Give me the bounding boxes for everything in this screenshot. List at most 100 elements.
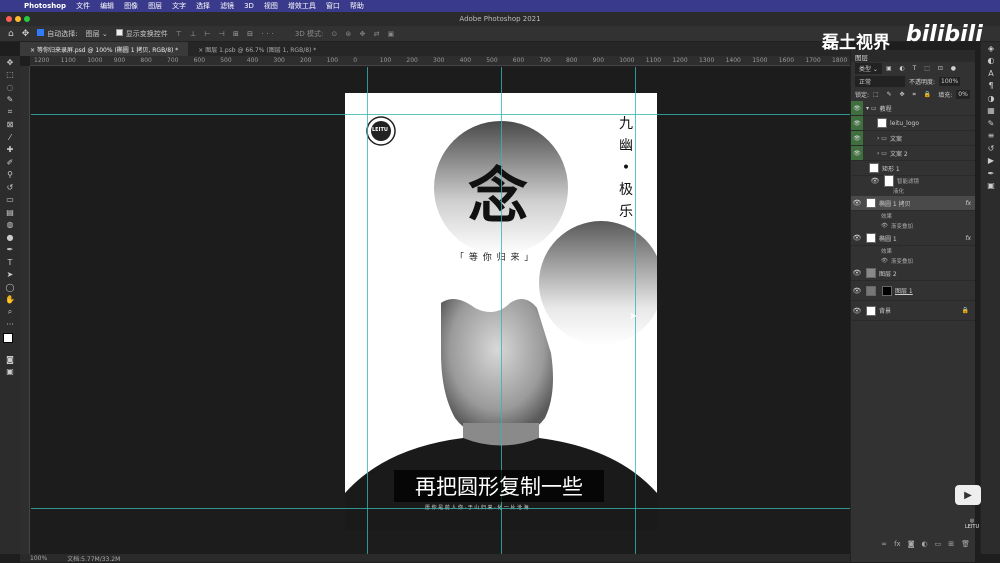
- eye-icon[interactable]: 👁: [881, 258, 888, 264]
- brush-panel-icon[interactable]: ✎: [981, 117, 1000, 130]
- menu-view[interactable]: 视图: [264, 1, 278, 11]
- brush-tool-icon[interactable]: ✐: [0, 156, 20, 169]
- layer-row[interactable]: 👁 › ▭ 文案 2: [851, 146, 975, 161]
- menu-image[interactable]: 图像: [124, 1, 138, 11]
- path-select-tool-icon[interactable]: ➤: [0, 269, 20, 282]
- lock-icons[interactable]: ⬚ ✎ ✥ ⌗ 🔒: [873, 91, 934, 99]
- blend-mode-dropdown[interactable]: 正常: [855, 76, 905, 87]
- zoom-window-button[interactable]: [24, 16, 30, 22]
- close-tab-icon[interactable]: ×: [30, 47, 37, 54]
- smart-filter-row[interactable]: 👁 智能滤镜: [851, 175, 975, 187]
- eye-icon[interactable]: 👁: [851, 116, 863, 130]
- guide-horizontal[interactable]: [31, 508, 850, 509]
- align-icons[interactable]: ⊤ ⊥ ⊢ ⊣ ⊞ ⊟ ···: [176, 30, 277, 38]
- auto-select-checkbox[interactable]: 自动选择:: [37, 28, 78, 39]
- trash-icon[interactable]: 🗑: [961, 540, 970, 552]
- marquee-tool-icon[interactable]: ⬚: [0, 69, 20, 82]
- properties-panel-icon[interactable]: ≡: [981, 130, 1000, 143]
- eye-icon[interactable]: 👁: [851, 131, 863, 145]
- guide-vertical[interactable]: [367, 67, 368, 554]
- effect-row[interactable]: 👁 渐变叠加: [851, 256, 975, 266]
- menu-edit[interactable]: 编辑: [100, 1, 114, 11]
- menu-type[interactable]: 文字: [172, 1, 186, 11]
- stamp-tool-icon[interactable]: ⚲: [0, 169, 20, 182]
- swatches-panel-icon[interactable]: ▦: [981, 105, 1000, 118]
- group-icon[interactable]: ▭: [935, 540, 942, 552]
- filter-icons[interactable]: ▣ ◐ T ⬚ ⊡ ●: [886, 65, 959, 72]
- layer-row[interactable]: 矩形 1: [851, 161, 975, 176]
- layer-row[interactable]: 👁 椭圆 1 fx: [851, 231, 975, 246]
- document-size[interactable]: 文档:5.77M/33.2M: [67, 554, 120, 563]
- filter-kind-dropdown[interactable]: 类型 ⌄: [855, 63, 882, 74]
- foreground-color[interactable]: [3, 333, 13, 343]
- auto-select-target-dropdown[interactable]: 图层 ⌄: [86, 29, 108, 39]
- layers-panel-header[interactable]: 图层: [851, 50, 975, 62]
- move-tool-icon[interactable]: ✥: [22, 29, 30, 39]
- home-icon[interactable]: ⌂: [8, 29, 14, 39]
- type-tool-icon[interactable]: T: [0, 256, 20, 269]
- effect-row[interactable]: 👁 渐变叠加: [851, 221, 975, 231]
- minimize-window-button[interactable]: [15, 16, 21, 22]
- guide-horizontal[interactable]: [31, 114, 850, 115]
- layer-row[interactable]: 👁 leitu_logo: [851, 116, 975, 131]
- layer-row[interactable]: 👁 图层 1: [851, 281, 975, 301]
- paragraph-panel-icon[interactable]: ¶: [981, 80, 1000, 93]
- zoom-tool-icon[interactable]: ⌕: [0, 306, 20, 319]
- menu-filter[interactable]: 滤镜: [220, 1, 234, 11]
- menu-layer[interactable]: 图层: [148, 1, 162, 11]
- fill-field[interactable]: 0%: [956, 90, 970, 99]
- fx-badge[interactable]: fx: [965, 200, 971, 207]
- layers-panel-icon[interactable]: ◈: [981, 42, 1000, 55]
- layer-row[interactable]: 👁 ▾ ▭ 教程: [851, 101, 975, 116]
- pen-tool-icon[interactable]: ✒: [0, 244, 20, 257]
- paths-panel-icon[interactable]: ✒: [981, 167, 1000, 180]
- zoom-level[interactable]: 100%: [30, 555, 47, 562]
- eye-icon[interactable]: 👁: [851, 287, 863, 295]
- eyedropper-tool-icon[interactable]: ⁄: [0, 131, 20, 144]
- ruler-vertical[interactable]: [20, 66, 30, 554]
- shape-tool-icon[interactable]: ◯: [0, 281, 20, 294]
- crop-tool-icon[interactable]: ⌗: [0, 106, 20, 119]
- blur-tool-icon[interactable]: ◍: [0, 219, 20, 232]
- history-panel-icon[interactable]: ↺: [981, 142, 1000, 155]
- layer-row[interactable]: 👁 › ▭ 文案: [851, 131, 975, 146]
- effects-row[interactable]: 效果: [851, 211, 975, 221]
- character-panel-icon[interactable]: A: [981, 67, 1000, 80]
- ruler-horizontal[interactable]: 1200 1100 1000 900 800 700 600 500 400 300 200 100 0…: [30, 56, 850, 66]
- mask-icon[interactable]: ◙: [908, 540, 915, 552]
- fx-icon[interactable]: fx: [894, 540, 901, 552]
- adjustments-panel-icon[interactable]: ◑: [981, 92, 1000, 105]
- quick-select-tool-icon[interactable]: ✎: [0, 94, 20, 107]
- healing-tool-icon[interactable]: ✚: [0, 144, 20, 157]
- eye-icon[interactable]: 👁: [851, 199, 863, 207]
- frame-tool-icon[interactable]: ⊠: [0, 119, 20, 132]
- menu-help[interactable]: 帮助: [350, 1, 364, 11]
- eraser-tool-icon[interactable]: ▭: [0, 194, 20, 207]
- adjustment-icon[interactable]: ◐: [922, 540, 928, 552]
- menu-file[interactable]: 文件: [76, 1, 90, 11]
- menu-3d[interactable]: 3D: [244, 2, 254, 10]
- layer-row[interactable]: 👁 背景 🔒: [851, 301, 975, 321]
- close-window-button[interactable]: [6, 16, 12, 22]
- color-panel-icon[interactable]: ◐: [981, 55, 1000, 68]
- app-menu[interactable]: Photoshop: [24, 2, 66, 10]
- channels-panel-icon[interactable]: ▣: [981, 180, 1000, 193]
- filter-row[interactable]: 液化: [851, 186, 975, 196]
- hand-tool-icon[interactable]: ✋: [0, 294, 20, 307]
- actions-panel-icon[interactable]: ▶: [981, 155, 1000, 168]
- eye-icon[interactable]: 👁: [851, 101, 863, 115]
- gradient-tool-icon[interactable]: ▤: [0, 206, 20, 219]
- eye-icon[interactable]: 👁: [869, 177, 881, 185]
- screen-mode-icon[interactable]: ▣: [0, 366, 20, 379]
- lasso-tool-icon[interactable]: ◌: [0, 81, 20, 94]
- link-icon[interactable]: ∞: [881, 540, 887, 552]
- new-layer-icon[interactable]: ⊞: [948, 540, 954, 552]
- dodge-tool-icon[interactable]: ●: [0, 231, 20, 244]
- menu-plugins[interactable]: 增效工具: [288, 1, 316, 11]
- fx-badge[interactable]: fx: [965, 235, 971, 242]
- menu-window[interactable]: 窗口: [326, 1, 340, 11]
- layer-row-selected[interactable]: 👁 椭圆 1 拷贝 fx: [851, 196, 975, 211]
- tab-document-2[interactable]: × 图层 1.psb @ 66.7% (图层 1, RGB/8) *: [188, 42, 326, 56]
- color-swatches[interactable]: [0, 331, 20, 353]
- 3d-mode-icons[interactable]: ⊙ ⊛ ✥ ⇄ ▣: [331, 30, 397, 38]
